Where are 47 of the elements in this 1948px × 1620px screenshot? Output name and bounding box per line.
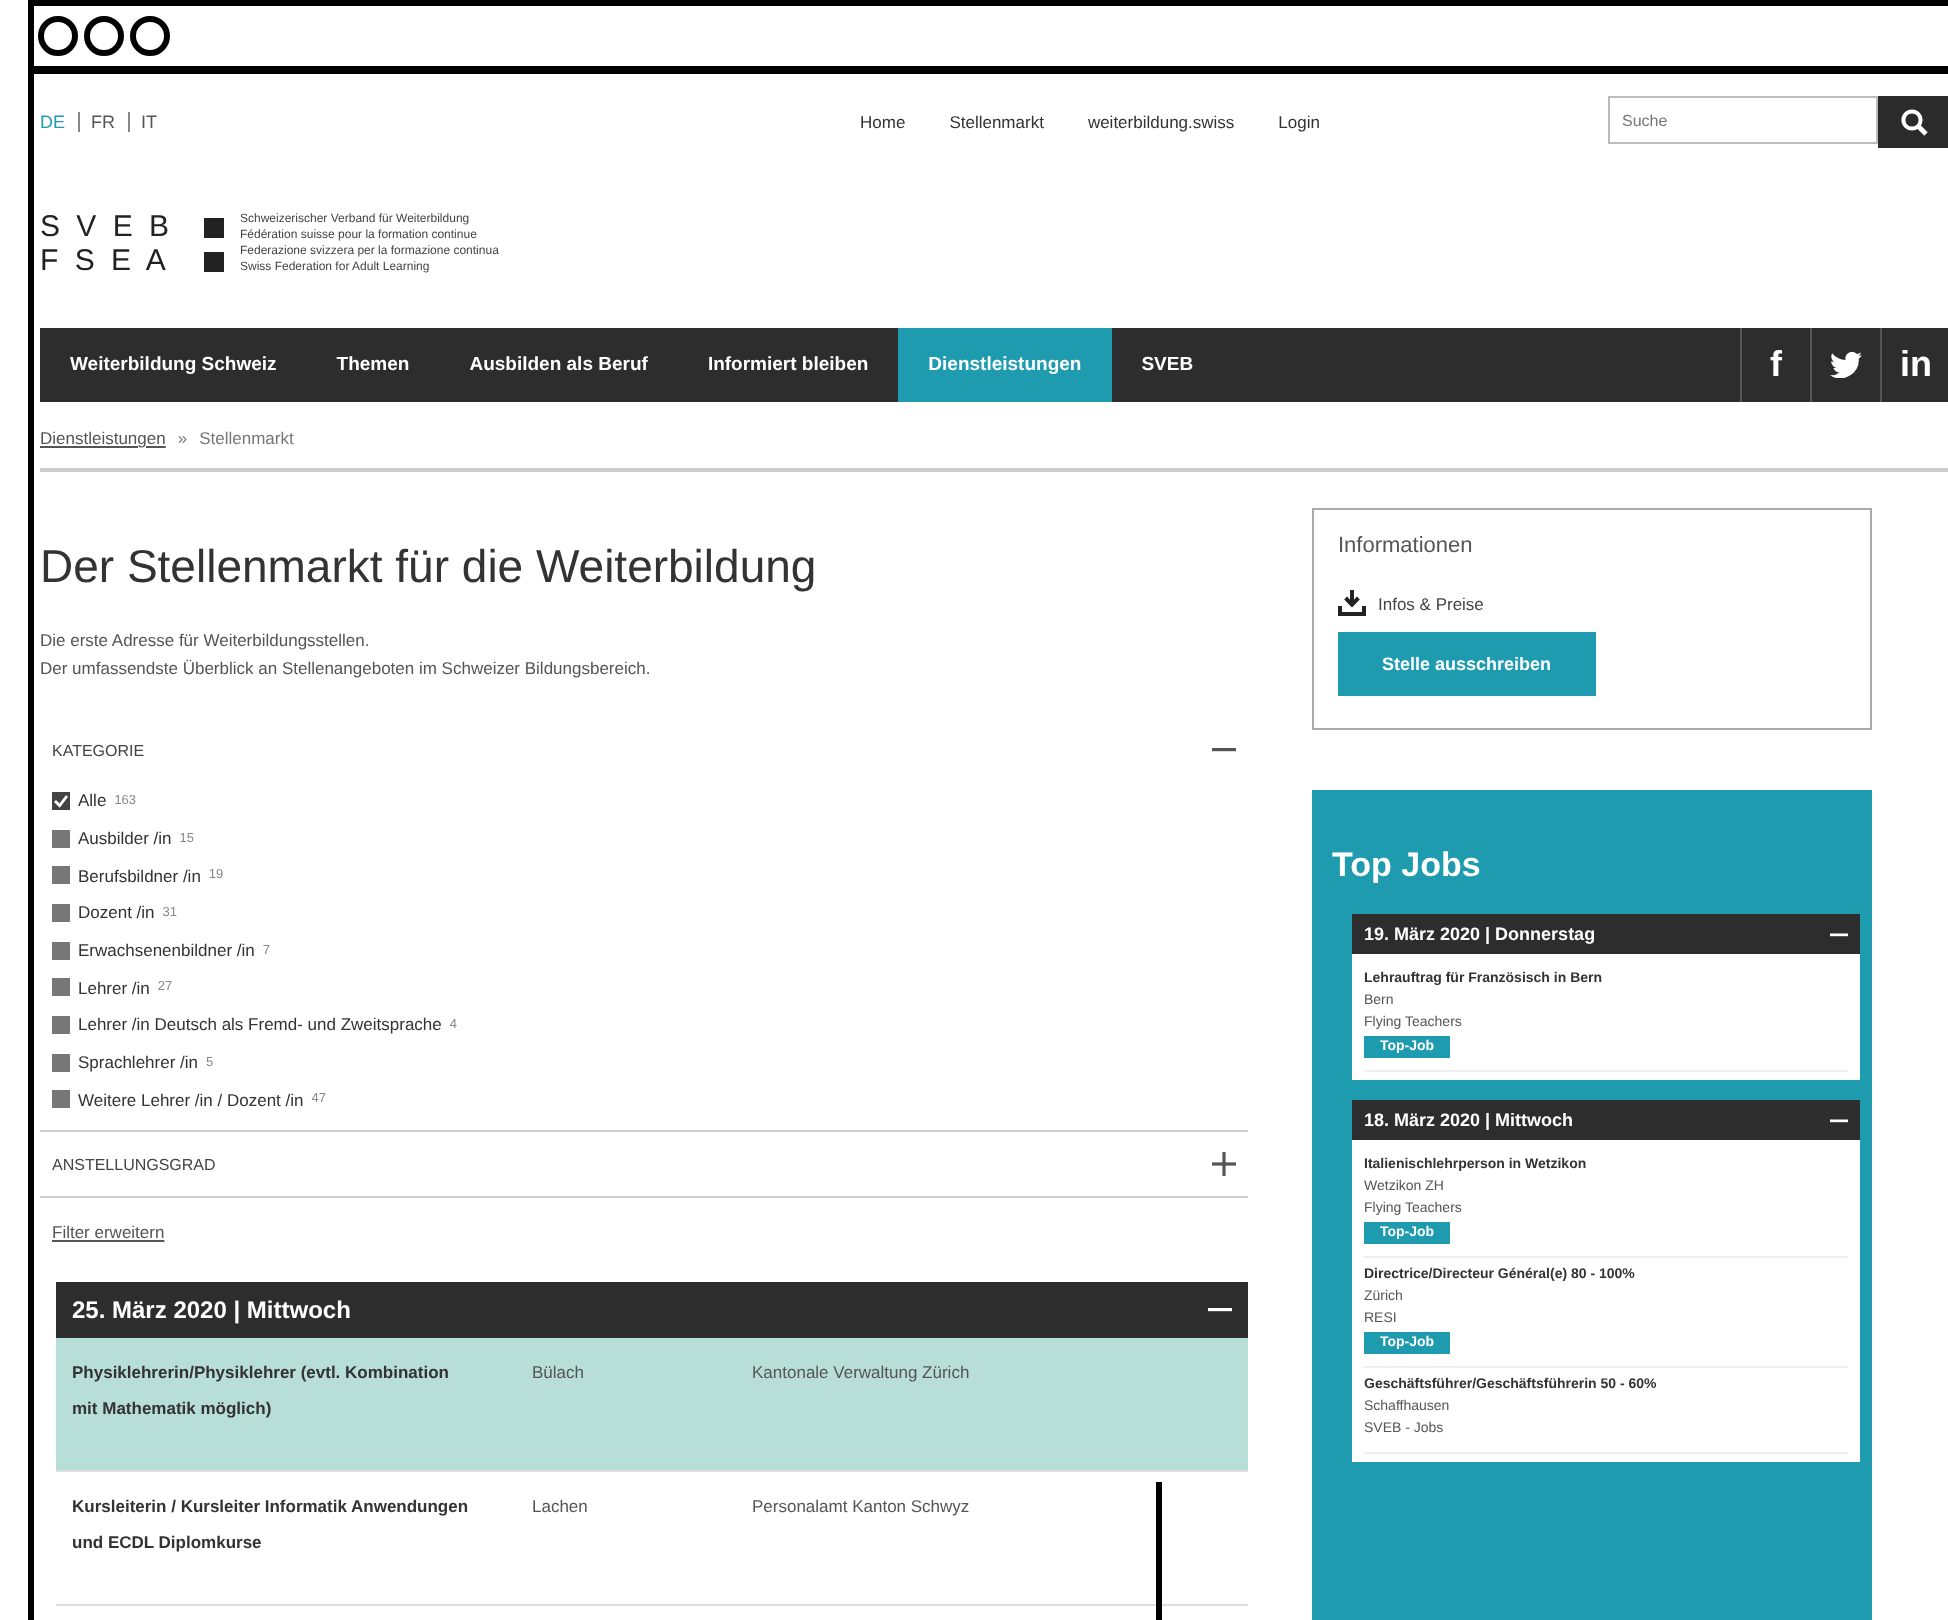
- option-label[interactable]: Berufsbildner /in: [78, 865, 201, 886]
- date-header[interactable]: 18. März 2020 | Mittwoch: [1352, 1100, 1860, 1140]
- job-employer: Personalamt Kanton Schwyz: [752, 1494, 972, 1521]
- option-label[interactable]: Lehrer /in Deutsch als Fremd- und Zweitsprache: [78, 1014, 442, 1035]
- top-link[interactable]: Login: [1278, 112, 1320, 132]
- option-label[interactable]: Erwachsenenbildner /in: [78, 940, 255, 961]
- option-label[interactable]: Ausbilder /in: [78, 828, 172, 849]
- info-title: Informationen: [1338, 534, 1475, 558]
- filter-link[interactable]: Filter erweitern: [52, 1222, 1236, 1243]
- top-link[interactable]: Home: [860, 112, 906, 132]
- breadcrumb-link[interactable]: Dienstleistungen: [40, 428, 166, 448]
- nav-tab[interactable]: Ausbilden als Beruf: [439, 328, 678, 402]
- job-location: Lachen: [532, 1494, 590, 1521]
- social-link[interactable]: f: [1740, 328, 1810, 402]
- language-link[interactable]: FR: [91, 112, 116, 132]
- date-header[interactable]: 19. März 2020 | Donnerstag: [1352, 914, 1860, 954]
- breadcrumb-separator: »: [177, 428, 188, 448]
- option-label[interactable]: Weitere Lehrer /in / Dozent /in: [78, 1089, 304, 1110]
- intro-text: Der umfassendste Überblick an Stellenangeboten im Schweizer Bildungsbereich.: [40, 656, 653, 682]
- top-jobs-title: Top Jobs: [1332, 846, 1483, 886]
- option-label[interactable]: Sprachlehrer /in: [78, 1052, 199, 1073]
- job-location: Bülach: [532, 1360, 586, 1387]
- job-employer: Kantonale Verwaltung Zürich: [752, 1360, 972, 1387]
- top-link[interactable]: Stellenmarkt: [949, 112, 1044, 132]
- breadcrumb-current: Stellenmarkt: [199, 428, 294, 448]
- page-title: Der Stellenmarkt für die Weiterbildung: [40, 540, 819, 594]
- job-title: Physiklehrerin/Physiklehrer (evtl. Kombination mit Mathematik möglich): [72, 1360, 451, 1423]
- nav-tab[interactable]: Themen: [306, 328, 440, 402]
- filter-header[interactable]: ANSTELLUNGSGRAD: [52, 1132, 1236, 1197]
- logo-text: F S E A: [40, 244, 172, 278]
- top-link[interactable]: weiterbildung.swiss: [1087, 112, 1235, 132]
- option-label[interactable]: Lehrer /in: [78, 977, 150, 998]
- job-row[interactable]: Physiklehrerin/Physiklehrer (evtl. Kombination mit Mathematik möglich) Bülach Kantonale Verwaltung Zürich: [56, 1338, 1248, 1473]
- job-title: Kursleiterin / Kursleiter Informatik Anwendungen und ECDL Diplomkurse: [72, 1494, 471, 1557]
- date-header[interactable]: 25. März 2020 | Mittwoch: [56, 1282, 1248, 1339]
- option-label[interactable]: Alle: [78, 790, 107, 811]
- language-link[interactable]: IT: [141, 112, 158, 132]
- download-link[interactable]: Infos & Preise: [1378, 593, 1484, 613]
- intro-text: Die erste Adresse für Weiterbildungsstellen.: [40, 628, 372, 654]
- social-link[interactable]: in: [1880, 328, 1948, 402]
- search-field[interactable]: Suche: [1608, 96, 1878, 144]
- nav-tab[interactable]: Informiert bleiben: [677, 328, 899, 402]
- nav-tab[interactable]: Weiterbildung Schweiz: [40, 328, 307, 402]
- option-label[interactable]: Dozent /in: [78, 902, 155, 923]
- filter-header[interactable]: KATEGORIE: [52, 718, 1236, 782]
- logo-text: S V E B: [40, 210, 176, 244]
- nav-tab[interactable]: SVEB: [1111, 328, 1224, 402]
